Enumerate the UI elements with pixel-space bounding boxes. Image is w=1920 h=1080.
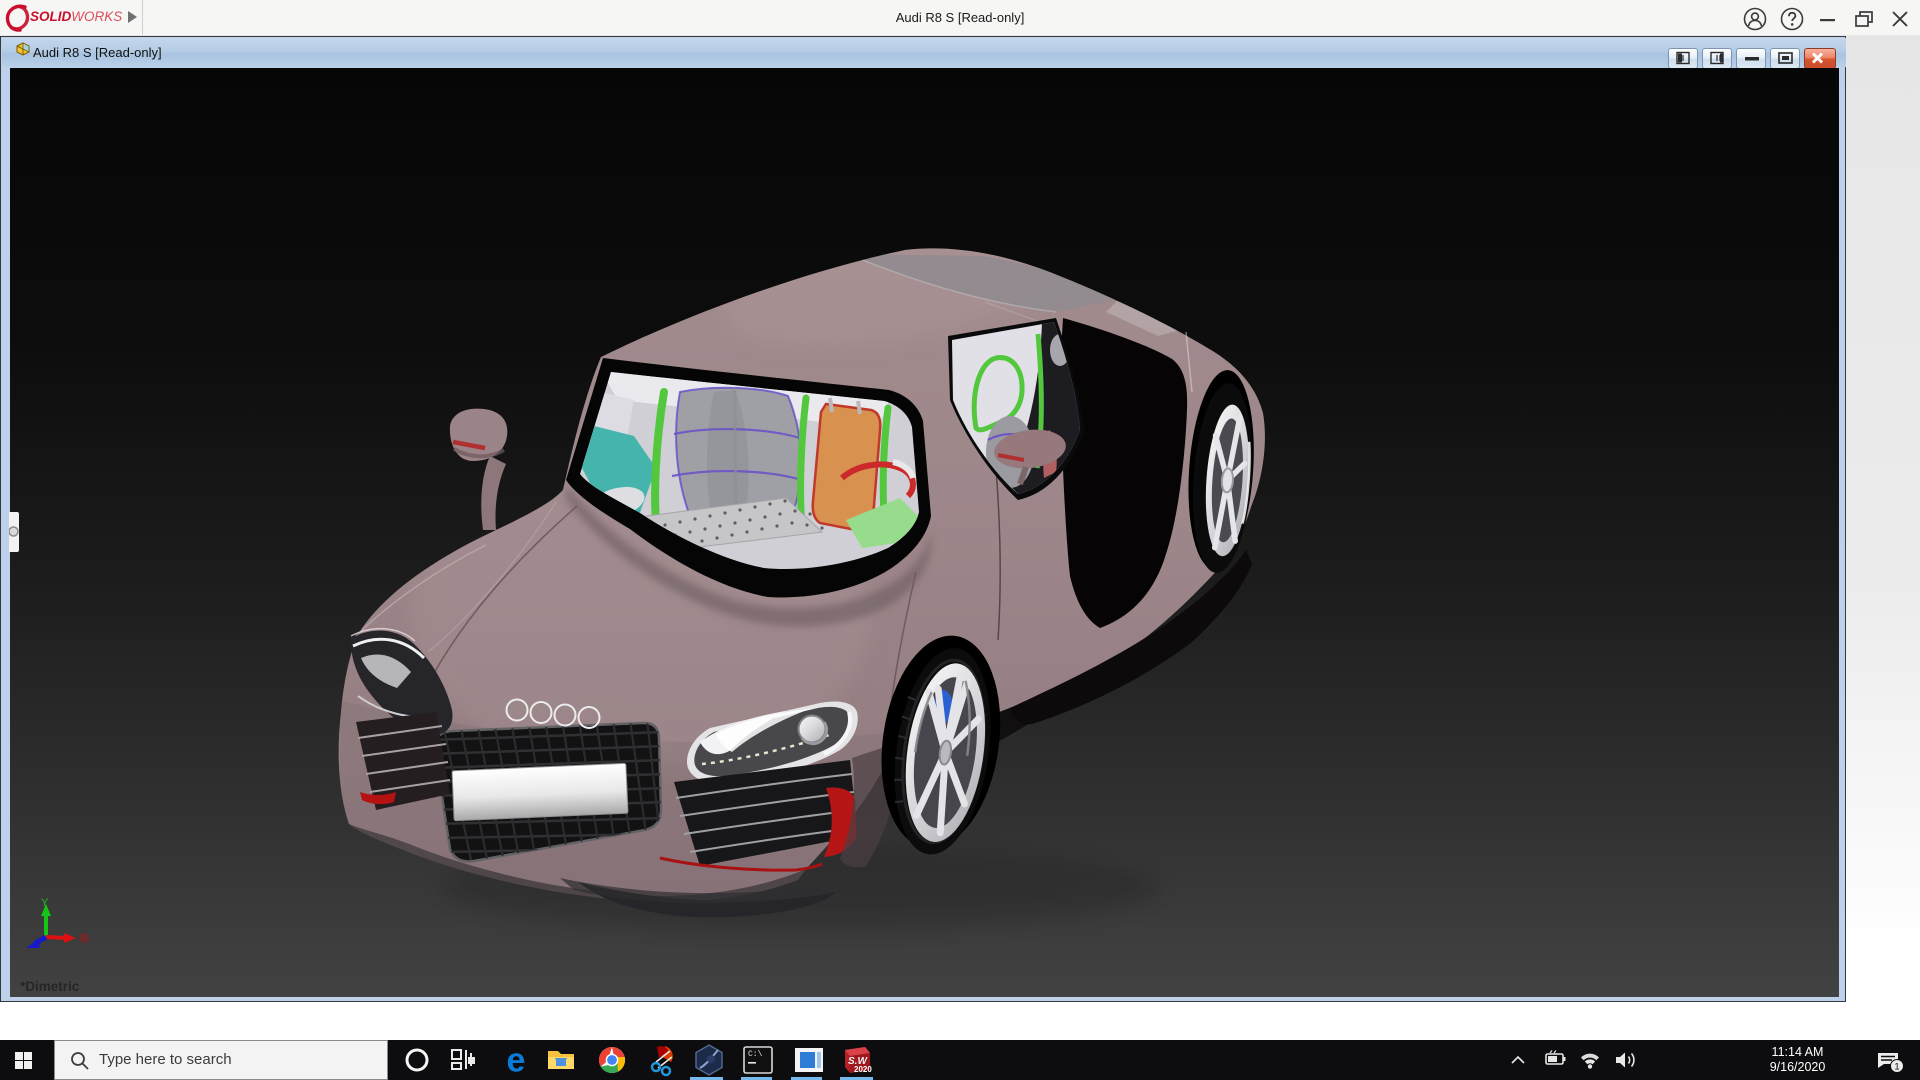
svg-text:*Dimetric: *Dimetric (20, 979, 80, 994)
svg-text:Y: Y (41, 897, 49, 909)
svg-text:e: e (507, 1042, 526, 1080)
svg-text:C:\: C:\ (748, 1050, 763, 1059)
svg-text:1: 1 (1894, 1062, 1899, 1073)
svg-text:2020: 2020 (854, 1065, 872, 1074)
